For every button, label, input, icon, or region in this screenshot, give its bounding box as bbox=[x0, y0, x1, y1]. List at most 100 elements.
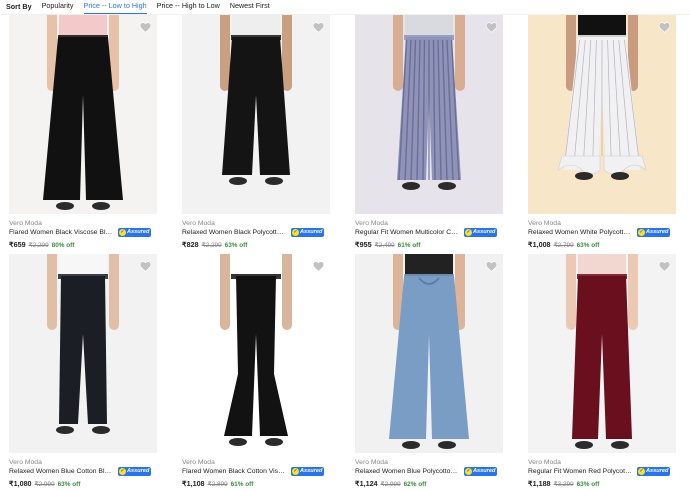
wishlist-heart-icon[interactable] bbox=[658, 21, 671, 34]
shoe-right bbox=[611, 172, 629, 180]
shoe-right bbox=[438, 441, 456, 449]
product-title[interactable]: Flared Women Black Viscose Blend Trouser… bbox=[9, 229, 114, 236]
product-image[interactable] bbox=[9, 15, 157, 214]
shoe-left bbox=[229, 177, 247, 185]
shoe-left bbox=[56, 426, 74, 434]
sort-option-price-low-high[interactable]: Price -- Low to High bbox=[83, 1, 147, 14]
wishlist-heart-icon[interactable] bbox=[139, 21, 152, 34]
assured-label: Assured bbox=[300, 468, 323, 474]
shoe-right bbox=[611, 441, 629, 449]
original-price: ₹2,299 bbox=[201, 242, 222, 249]
product-brand: Vero Moda bbox=[182, 459, 215, 466]
shoe-right bbox=[265, 438, 283, 446]
product-brand: Vero Moda bbox=[9, 220, 42, 227]
wishlist-heart-icon[interactable] bbox=[485, 21, 498, 34]
product-card[interactable]: Vero Moda Relaxed Women White Polycotton … bbox=[528, 15, 686, 251]
product-card[interactable]: Vero Moda Regular Fit Women Red Polycotto… bbox=[528, 254, 686, 490]
selling-price: ₹659 bbox=[9, 240, 26, 249]
product-brand: Vero Moda bbox=[528, 220, 561, 227]
sort-option-newest[interactable]: Newest First bbox=[230, 1, 270, 14]
product-card[interactable]: Vero Moda Relaxed Women Blue Polycotton T… bbox=[355, 254, 513, 490]
price-row: ₹1,008 ₹2,799 63% off bbox=[528, 240, 599, 249]
assured-check-icon: ✓ bbox=[465, 468, 472, 475]
product-title[interactable]: Relaxed Women Blue Polycotton Trousers bbox=[355, 468, 460, 475]
product-card[interactable]: Vero Moda Flared Women Black Viscose Blen… bbox=[9, 15, 167, 251]
discount-percent: 80% off bbox=[51, 242, 75, 249]
trousers-waistband bbox=[231, 274, 281, 279]
product-brand: Vero Moda bbox=[355, 220, 388, 227]
product-image[interactable] bbox=[9, 254, 157, 453]
product-title[interactable]: Regular Fit Women Red Polycotton Trouser… bbox=[528, 468, 633, 475]
product-title[interactable]: Flared Women Black Cotton Viscose Trouse… bbox=[182, 468, 287, 475]
wishlist-heart-icon[interactable] bbox=[312, 21, 325, 34]
assured-badge: ✓ Assured bbox=[118, 467, 152, 476]
selling-price: ₹1,124 bbox=[355, 479, 378, 488]
shoe-right bbox=[92, 202, 110, 210]
selling-price: ₹1,008 bbox=[528, 240, 551, 249]
assured-check-icon: ✓ bbox=[465, 229, 472, 236]
price-row: ₹1,108 ₹2,899 61% off bbox=[182, 479, 253, 488]
model-arm-right bbox=[628, 254, 638, 330]
original-price: ₹2,999 bbox=[34, 481, 55, 488]
assured-label: Assured bbox=[473, 229, 496, 235]
trousers-waistband bbox=[58, 35, 108, 40]
assured-badge: ✓ Assured bbox=[291, 228, 325, 237]
wishlist-heart-icon[interactable] bbox=[485, 260, 498, 273]
model-arm-left bbox=[220, 254, 230, 330]
assured-badge: ✓ Assured bbox=[637, 228, 671, 237]
trousers-waistband bbox=[404, 274, 454, 279]
product-brand: Vero Moda bbox=[355, 459, 388, 466]
product-image[interactable] bbox=[355, 254, 503, 453]
original-price: ₹3,299 bbox=[553, 481, 574, 488]
product-photo bbox=[355, 15, 503, 214]
product-photo bbox=[528, 15, 676, 214]
product-card[interactable]: Vero Moda Relaxed Women Black Polycotton … bbox=[182, 15, 340, 251]
assured-label: Assured bbox=[473, 468, 496, 474]
price-row: ₹828 ₹2,299 63% off bbox=[182, 240, 247, 249]
product-image[interactable] bbox=[182, 254, 330, 453]
sort-bar: Sort By Popularity Price -- Low to High … bbox=[0, 0, 690, 15]
product-title[interactable]: Regular Fit Women Multicolor Cotton Trou… bbox=[355, 229, 460, 236]
sort-option-price-high-low[interactable]: Price -- High to Low bbox=[157, 1, 220, 14]
discount-percent: 63% off bbox=[576, 242, 600, 249]
product-image[interactable] bbox=[182, 15, 330, 214]
product-image[interactable] bbox=[528, 15, 676, 214]
product-image[interactable] bbox=[528, 254, 676, 453]
shoe-left bbox=[402, 441, 420, 449]
sort-by-label: Sort By bbox=[6, 2, 32, 11]
model-arm-left bbox=[393, 15, 403, 91]
trousers-waistband bbox=[577, 274, 627, 279]
trousers-waistband bbox=[58, 274, 108, 279]
product-title[interactable]: Relaxed Women Black Polycotton Trousers bbox=[182, 229, 287, 236]
shoe-left bbox=[229, 438, 247, 446]
product-card[interactable]: Vero Moda Flared Women Black Cotton Visco… bbox=[182, 254, 340, 490]
assured-label: Assured bbox=[646, 229, 669, 235]
assured-check-icon: ✓ bbox=[638, 468, 645, 475]
shoe-left bbox=[402, 182, 420, 190]
assured-badge: ✓ Assured bbox=[118, 228, 152, 237]
original-price: ₹2,999 bbox=[380, 481, 401, 488]
model-arm-left bbox=[47, 254, 57, 330]
product-brand: Vero Moda bbox=[9, 459, 42, 466]
product-title[interactable]: Relaxed Women White Polycotton Trousers bbox=[528, 229, 633, 236]
shoe-right bbox=[265, 177, 283, 185]
product-title[interactable]: Relaxed Women Blue Cotton Blend Trousers bbox=[9, 468, 114, 475]
price-row: ₹1,188 ₹3,299 63% off bbox=[528, 479, 599, 488]
wishlist-heart-icon[interactable] bbox=[312, 260, 325, 273]
assured-check-icon: ✓ bbox=[119, 468, 126, 475]
discount-percent: 61% off bbox=[230, 481, 254, 488]
product-card[interactable]: Vero Moda Relaxed Women Blue Cotton Blend… bbox=[9, 254, 167, 490]
price-row: ₹955 ₹2,499 61% off bbox=[355, 240, 420, 249]
wishlist-heart-icon[interactable] bbox=[139, 260, 152, 273]
selling-price: ₹1,108 bbox=[182, 479, 205, 488]
assured-label: Assured bbox=[127, 468, 150, 474]
product-photo bbox=[182, 15, 330, 214]
original-price: ₹2,299 bbox=[28, 242, 49, 249]
wishlist-heart-icon[interactable] bbox=[658, 260, 671, 273]
product-photo bbox=[182, 254, 330, 453]
sort-option-popularity[interactable]: Popularity bbox=[42, 1, 74, 14]
price-row: ₹1,080 ₹2,999 63% off bbox=[9, 479, 80, 488]
product-image[interactable] bbox=[355, 15, 503, 214]
product-card[interactable]: Vero Moda Regular Fit Women Multicolor Co… bbox=[355, 15, 513, 251]
product-brand: Vero Moda bbox=[528, 459, 561, 466]
